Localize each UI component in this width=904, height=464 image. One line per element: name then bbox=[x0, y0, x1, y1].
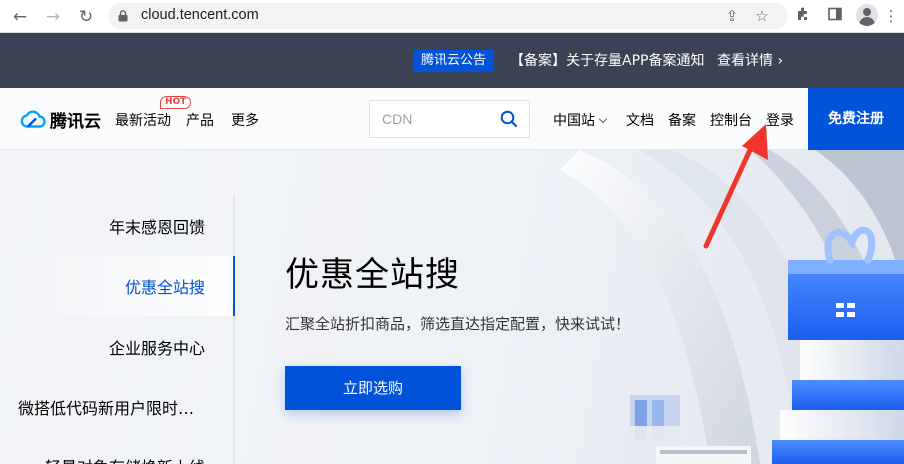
browser-toolbar: ← → ↻ cloud.tencent.com ⇪ ☆ ⋮ bbox=[0, 0, 904, 33]
sidebar-divider bbox=[233, 196, 235, 464]
sidebar-item-object-storage[interactable]: 轻量对象存储焕新上线 bbox=[45, 454, 205, 464]
search-input[interactable] bbox=[370, 101, 490, 137]
address-bar[interactable]: cloud.tencent.com ⇪ ☆ bbox=[108, 3, 788, 29]
nav-more[interactable]: 更多 bbox=[231, 110, 259, 130]
announcement-more-link[interactable]: 查看详情 › bbox=[717, 51, 783, 71]
search-icon[interactable] bbox=[500, 110, 518, 128]
profile-avatar-icon[interactable] bbox=[856, 4, 878, 26]
annotation-arrow-icon bbox=[703, 124, 768, 249]
bookmark-star-icon[interactable]: ☆ bbox=[752, 6, 772, 26]
side-panel-icon[interactable] bbox=[825, 6, 845, 26]
announcement-text[interactable]: 【备案】关于存量APP备案通知 bbox=[510, 51, 704, 71]
sidebar-active-indicator bbox=[233, 256, 235, 316]
share-icon[interactable]: ⇪ bbox=[722, 6, 742, 26]
chevron-down-icon bbox=[598, 114, 608, 124]
sidebar-item-lowcode[interactable]: 微搭低代码新用户限时… bbox=[18, 395, 194, 419]
announcement-badge[interactable]: 腾讯云公告 bbox=[413, 50, 495, 72]
buy-now-button[interactable]: 立即选购 bbox=[285, 366, 461, 410]
url-text[interactable]: cloud.tencent.com bbox=[141, 7, 259, 23]
announcement-bar: 腾讯云公告 【备案】关于存量APP备案通知 查看详情 › bbox=[0, 33, 904, 88]
site-search bbox=[369, 100, 530, 138]
site-logo[interactable]: 腾讯云 bbox=[20, 108, 101, 132]
sidebar-item-year-end[interactable]: 年末感恩回馈 bbox=[109, 214, 205, 238]
sidebar-item-discount-search[interactable]: 优惠全站搜 bbox=[125, 274, 205, 298]
extensions-puzzle-icon[interactable] bbox=[793, 6, 813, 26]
hot-badge: HOT bbox=[160, 96, 192, 109]
register-button[interactable]: 免费注册 bbox=[808, 88, 904, 150]
hero-title: 优惠全站搜 bbox=[285, 255, 460, 295]
forward-arrow-icon[interactable]: → bbox=[43, 7, 63, 27]
cloud-logo-icon bbox=[20, 110, 46, 128]
side-panel-svg bbox=[828, 7, 842, 21]
nav-docs[interactable]: 文档 bbox=[626, 110, 654, 130]
nav-products[interactable]: 产品 bbox=[186, 110, 214, 130]
sidebar-item-enterprise-center[interactable]: 企业服务中心 bbox=[109, 335, 205, 359]
site-region-label: 中国站 bbox=[553, 113, 595, 129]
reload-icon[interactable]: ↻ bbox=[76, 7, 96, 27]
back-arrow-icon[interactable]: ← bbox=[10, 7, 30, 27]
more-menu-icon[interactable]: ⋮ bbox=[881, 6, 901, 26]
lock-icon bbox=[118, 10, 128, 22]
puzzle-svg bbox=[798, 7, 807, 20]
hero-subtitle: 汇聚全站折扣商品，筛选直达指定配置，快来试试！ bbox=[285, 315, 631, 333]
site-region-select[interactable]: 中国站 bbox=[553, 110, 608, 130]
logo-text: 腾讯云 bbox=[50, 111, 101, 132]
nav-latest-events[interactable]: 最新活动 bbox=[115, 110, 171, 130]
